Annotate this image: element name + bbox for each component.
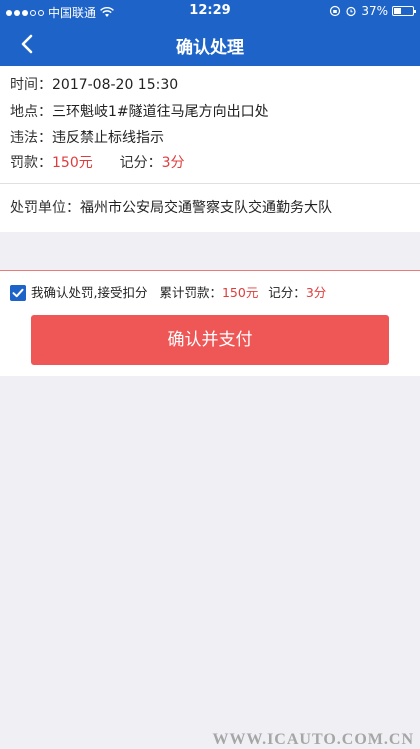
navigation-bar: 确认处理 bbox=[0, 22, 420, 66]
rotation-lock-icon bbox=[330, 5, 341, 17]
battery-percentage: 37% bbox=[361, 4, 388, 18]
status-right: 37% bbox=[329, 4, 416, 18]
penalty-unit-label: 处罚单位： bbox=[10, 200, 80, 216]
penalty-unit-value: 福州市公安局交通警察支队交通勤务大队 bbox=[80, 200, 332, 216]
points-label: 记分： bbox=[119, 155, 162, 171]
confirm-and-pay-button[interactable]: 确认并支付 bbox=[31, 315, 389, 365]
offense-label: 违法： bbox=[10, 130, 52, 146]
offense-row: 违法：违反禁止标线指示 bbox=[10, 128, 164, 148]
total-points-value: 3分 bbox=[305, 285, 327, 300]
points-value: 3分 bbox=[161, 155, 185, 171]
alarm-icon bbox=[346, 6, 356, 17]
fine-value: 150元 bbox=[52, 155, 93, 171]
confirm-checkbox[interactable] bbox=[10, 285, 26, 301]
confirm-text: 我确认处罚,接受扣分 bbox=[31, 285, 148, 300]
total-fine-label: 累计罚款： bbox=[159, 285, 222, 300]
fine-row: 罚款：150元 记分：3分 bbox=[10, 153, 185, 173]
total-fine-value: 150元 bbox=[221, 285, 259, 300]
time-row: 时间：2017-08-20 15:30 bbox=[10, 75, 178, 95]
penalty-unit-row: 处罚单位：福州市公安局交通警察支队交通勤务大队 bbox=[10, 198, 332, 218]
place-label: 地点： bbox=[10, 104, 52, 120]
status-bar: 中国联通 12:29 37% bbox=[0, 0, 420, 22]
time-value: 2017-08-20 15:30 bbox=[52, 77, 179, 93]
confirm-section: 我确认处罚,接受扣分 累计罚款：150元 记分：3分 确认并支付 bbox=[0, 270, 420, 376]
offense-value: 违反禁止标线指示 bbox=[52, 130, 164, 146]
page-title: 确认处理 bbox=[176, 38, 244, 58]
place-value: 三环魁岐1#隧道往马尾方向出口处 bbox=[52, 104, 269, 120]
fine-label: 罚款： bbox=[10, 155, 52, 171]
battery-icon bbox=[392, 6, 416, 16]
watermark: WWW.ICAUTO.COM.CN bbox=[212, 731, 414, 748]
total-points-label: 记分： bbox=[268, 285, 306, 300]
violation-details: 时间：2017-08-20 15:30 地点：三环魁岐1#隧道往马尾方向出口处 … bbox=[0, 66, 420, 184]
place-row: 地点：三环魁岐1#隧道往马尾方向出口处 bbox=[10, 102, 269, 122]
confirm-statement: 我确认处罚,接受扣分 累计罚款：150元 记分：3分 bbox=[31, 284, 326, 302]
penalty-unit-section: 处罚单位：福州市公安局交通警察支队交通勤务大队 bbox=[0, 184, 420, 232]
battery-fill bbox=[394, 8, 401, 14]
time-label: 时间： bbox=[10, 77, 52, 93]
